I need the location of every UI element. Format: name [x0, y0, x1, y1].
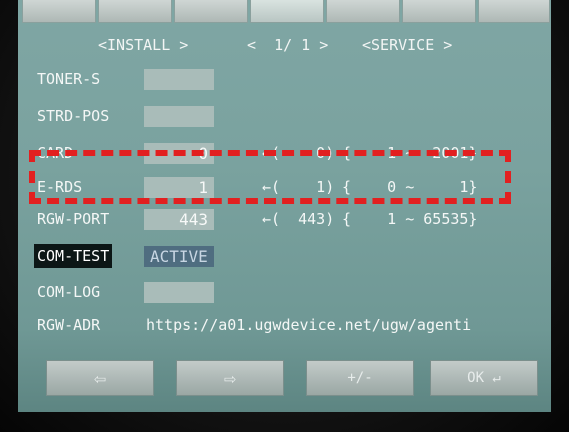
category-nav: <INSTALL > < 1/ 1 > <SERVICE >: [18, 36, 551, 60]
setting-row-com-log: COM-LOG: [18, 280, 551, 304]
top-tab-1[interactable]: [22, 0, 96, 23]
forward-arrow-button[interactable]: ⇨: [176, 360, 284, 396]
top-tab-6[interactable]: [402, 0, 476, 23]
top-tab-strip: [18, 0, 551, 24]
top-tab-4[interactable]: [250, 0, 324, 23]
default-value: ←( 443): [262, 210, 335, 228]
back-arrow-button[interactable]: ⇦: [46, 360, 154, 396]
page-indicator[interactable]: < 1/ 1 >: [247, 36, 328, 54]
install-nav-button[interactable]: <INSTALL >: [98, 36, 188, 54]
setting-row-com-test: COM-TEST ACTIVE: [18, 244, 551, 268]
value-field[interactable]: 443: [144, 209, 214, 230]
setting-row-strd-pos: STRD-POS: [18, 104, 551, 128]
ok-button[interactable]: OK ↵: [430, 360, 538, 396]
lcd-screen: <INSTALL > < 1/ 1 > <SERVICE > TONER-S S…: [18, 0, 551, 412]
setting-label[interactable]: RGW-PORT: [34, 207, 112, 231]
setting-label[interactable]: TONER-S: [34, 67, 103, 91]
right-arrow-icon: ⇨: [223, 366, 237, 390]
top-tab-3[interactable]: [174, 0, 248, 23]
setting-row-rgw-adr: RGW-ADR https://a01.ugwdevice.net/ugw/ag…: [18, 313, 551, 337]
bottom-button-bar: ⇦ ⇨ +/- OK ↵: [46, 360, 538, 396]
setting-label[interactable]: COM-LOG: [34, 280, 103, 304]
value-field[interactable]: [144, 69, 214, 90]
setting-row-toner-s: TONER-S: [18, 67, 551, 91]
setting-label[interactable]: STRD-POS: [34, 104, 112, 128]
setting-row-rgw-port: RGW-PORT 443 ←( 443) { 1 ~ 65535}: [18, 207, 551, 231]
plus-minus-button[interactable]: +/-: [306, 360, 414, 396]
value-field[interactable]: [144, 282, 214, 303]
top-tab-5[interactable]: [326, 0, 400, 23]
ok-label: OK ↵: [467, 370, 501, 386]
service-nav-button[interactable]: <SERVICE >: [362, 36, 452, 54]
red-highlight-box: [29, 150, 511, 204]
url-value[interactable]: https://a01.ugwdevice.net/ugw/agenti: [146, 313, 471, 337]
top-tab-2[interactable]: [98, 0, 172, 23]
value-field[interactable]: [144, 106, 214, 127]
setting-label[interactable]: RGW-ADR: [34, 313, 103, 337]
top-tab-7[interactable]: [478, 0, 550, 23]
value-range: { 1 ~ 65535}: [342, 210, 478, 228]
left-arrow-icon: ⇦: [93, 366, 107, 390]
setting-label-selected[interactable]: COM-TEST: [34, 244, 113, 268]
plus-minus-label: +/-: [347, 370, 373, 386]
status-field[interactable]: ACTIVE: [144, 246, 214, 267]
